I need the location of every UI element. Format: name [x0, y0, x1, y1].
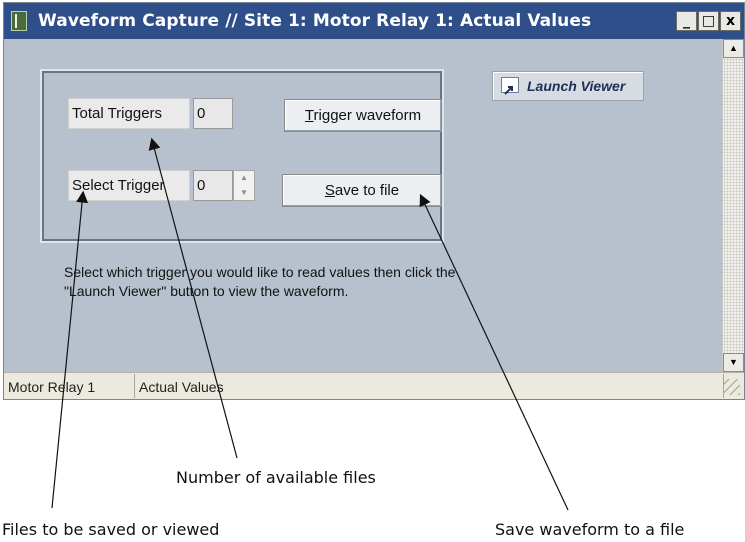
annotation-available-files: Number of available files [176, 468, 376, 487]
select-trigger-spinner[interactable]: ▲ ▼ [233, 170, 255, 201]
close-button[interactable]: x [720, 11, 741, 31]
trigger-waveform-button[interactable]: Trigger waveform [284, 99, 442, 132]
vertical-scrollbar[interactable]: ▲ ▼ [722, 39, 744, 372]
title-bar[interactable]: Waveform Capture // Site 1: Motor Relay … [4, 3, 744, 39]
status-bar: Motor Relay 1 Actual Values [4, 372, 744, 399]
scroll-track[interactable] [723, 58, 744, 353]
content-area: Total Triggers 0 Select Trigger 0 ▲ ▼ Tr… [4, 39, 722, 372]
status-view: Actual Values [135, 374, 724, 398]
launch-arrow-icon [501, 77, 519, 95]
trigger-group-box [40, 69, 444, 243]
scroll-up-icon[interactable]: ▲ [723, 39, 744, 58]
total-triggers-field: 0 [193, 98, 233, 129]
minimize-button[interactable]: _ [676, 11, 697, 31]
save-to-file-button[interactable]: Save to file [282, 174, 442, 207]
annotation-save-waveform: Save waveform to a file [495, 520, 685, 539]
app-icon [11, 11, 27, 31]
select-trigger-field[interactable]: 0 [193, 170, 233, 201]
resize-grip[interactable] [724, 379, 740, 395]
instructions-text: Select which trigger you would like to r… [64, 264, 456, 299]
maximize-button[interactable]: □ [698, 11, 719, 31]
status-device: Motor Relay 1 [4, 374, 135, 398]
annotation-files-saved-viewed: Files to be saved or viewed [2, 520, 220, 539]
scroll-down-icon[interactable]: ▼ [723, 353, 744, 372]
spin-up-icon[interactable]: ▲ [234, 171, 254, 185]
waveform-capture-window: Waveform Capture // Site 1: Motor Relay … [3, 2, 745, 400]
spin-down-icon[interactable]: ▼ [234, 186, 254, 200]
launch-viewer-button[interactable]: Launch Viewer [492, 71, 644, 101]
select-trigger-label: Select Trigger [68, 170, 190, 201]
total-triggers-label: Total Triggers [68, 98, 190, 129]
launch-viewer-label: Launch Viewer [527, 78, 626, 94]
window-title: Waveform Capture // Site 1: Motor Relay … [38, 11, 592, 31]
